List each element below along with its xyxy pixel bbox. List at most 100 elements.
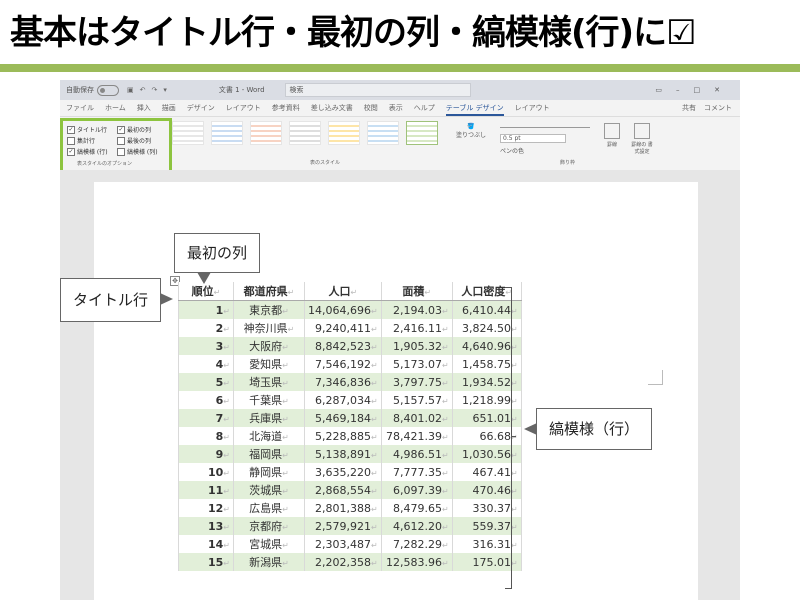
tab-insert[interactable]: 挿入	[137, 103, 151, 116]
tab-draw[interactable]: 描画	[162, 103, 176, 116]
callout-header-row: タイトル行	[60, 278, 174, 322]
search-input[interactable]: 検索	[284, 83, 471, 97]
option-banded-columns[interactable]: 縞模様 (列)	[117, 147, 158, 156]
tab-design[interactable]: デザイン	[187, 103, 215, 116]
table-cell: 埼玉県↵	[233, 373, 305, 391]
border-painter-button[interactable]: 罫線の 書式設定	[630, 123, 654, 155]
table-row: 2↵ 神奈川県↵ 9,240,411↵ 2,416.11↵ 3,824.50↵	[178, 319, 522, 337]
tab-review[interactable]: 校閲	[364, 103, 378, 116]
table-row: 4↵ 愛知県↵ 7,546,192↵ 5,173.07↵ 1,458.75↵	[178, 355, 522, 373]
table-cell: 3,635,220↵	[304, 463, 382, 481]
banded-rows-bracket	[505, 287, 516, 589]
option-banded-rows[interactable]: ✓ 縞模様 (行)	[67, 147, 108, 156]
table-cell: 12↵	[178, 499, 234, 517]
comment-button[interactable]: コメント	[704, 103, 732, 116]
tab-layout[interactable]: レイアウト	[226, 103, 261, 116]
pen-weight-select[interactable]: 0.5 pt	[500, 134, 566, 143]
options-group-label: 表スタイルのオプション	[77, 161, 133, 167]
table-cell: 大阪府↵	[233, 337, 305, 355]
population-table: 順位↵ 都道府県↵ 人口↵ 面積↵ 人口密度↵ 1↵ 東京都↵ 14,064,696…	[178, 282, 522, 571]
table-styles-gallery	[172, 121, 445, 145]
table-cell: 北海道↵	[233, 427, 305, 445]
table-cell: 2↵	[178, 319, 234, 337]
table-style-thumb[interactable]	[172, 121, 204, 145]
table-row: 15↵ 新潟県↵ 2,202,358↵ 12,583.96↵ 175.01↵	[178, 553, 522, 571]
checkbox-unchecked-icon[interactable]	[67, 136, 75, 145]
option-header-row[interactable]: ✓ タイトル行	[67, 125, 107, 134]
table-cell: 7,346,836↵	[304, 373, 382, 391]
header-cell: 都道府県↵	[233, 282, 305, 301]
pen-color-button[interactable]: ペンの色	[500, 146, 590, 155]
option-last-column[interactable]: 最後の列	[117, 136, 151, 145]
checkbox-unchecked-icon[interactable]	[117, 147, 125, 156]
borders-button[interactable]: 罫線	[600, 123, 624, 155]
table-cell: 7,777.35↵	[380, 463, 453, 481]
table-cell: 14↵	[178, 535, 234, 553]
checkbox-unchecked-icon[interactable]	[117, 136, 125, 145]
table-cell: 京都府↵	[233, 517, 305, 535]
table-row: 1↵ 東京都↵ 14,064,696↵ 2,194.03↵ 6,410.44↵	[178, 300, 522, 319]
table-cell: 15↵	[178, 553, 234, 571]
tab-mailings[interactable]: 差し込み文書	[311, 103, 353, 116]
table-cell: 8,479.65↵	[380, 499, 453, 517]
header-cell: 順位↵	[178, 282, 234, 301]
border-line-preview[interactable]	[500, 127, 590, 128]
option-first-column[interactable]: ✓ 最初の列	[117, 125, 151, 134]
table-cell: 11↵	[178, 481, 234, 499]
table-cell: 8↵	[178, 427, 234, 445]
table-row: 13↵ 京都府↵ 2,579,921↵ 4,612.20↵ 559.37↵	[178, 517, 522, 535]
table-cell: 12,583.96↵	[380, 553, 453, 571]
table-row: 8↵ 北海道↵ 5,228,885↵ 78,421.39↵ 66.68↵	[178, 427, 522, 445]
shading-button[interactable]: 🪣 塗りつぶし	[456, 123, 486, 139]
table-header-row: 順位↵ 都道府県↵ 人口↵ 面積↵ 人口密度↵	[178, 282, 522, 301]
autosave-toggle[interactable]	[97, 84, 119, 96]
table-cell: 2,303,487↵	[304, 535, 382, 553]
table-cell: 13↵	[178, 517, 234, 535]
table-cell: 1↵	[178, 300, 234, 319]
tab-table-layout[interactable]: レイアウト	[515, 103, 550, 116]
table-style-thumb-selected[interactable]	[406, 121, 438, 145]
checkbox-checked-icon[interactable]: ✓	[67, 125, 75, 134]
tab-references[interactable]: 参考資料	[272, 103, 300, 116]
table-cell: 14,064,696↵	[304, 300, 382, 319]
table-style-thumb[interactable]	[367, 121, 399, 145]
checkbox-checked-icon[interactable]: ✓	[117, 125, 125, 134]
option-total-row[interactable]: 集計行	[67, 136, 95, 145]
table-cell: 5,138,891↵	[304, 445, 382, 463]
table-row: 11↵ 茨城県↵ 2,868,554↵ 6,097.39↵ 470.46↵	[178, 481, 522, 499]
tab-table-design[interactable]: テーブル デザイン	[445, 103, 504, 116]
table-cell: 兵庫県↵	[233, 409, 305, 427]
window-controls[interactable]: ▭–□✕	[655, 86, 734, 94]
table-cell: 2,801,388↵	[304, 499, 382, 517]
table-style-thumb[interactable]	[211, 121, 243, 145]
table-row: 5↵ 埼玉県↵ 7,346,836↵ 3,797.75↵ 1,934.52↵	[178, 373, 522, 391]
table-style-options: ✓ タイトル行 ✓ 最初の列 集計行 最後の列 ✓ 縞模様 (行) 縞模様 (列) 表…	[60, 118, 172, 173]
table-cell: 2,868,554↵	[304, 481, 382, 499]
slide-title: 基本はタイトル行・最初の列・縞模様(行)に☑	[10, 13, 697, 53]
table-row: 9↵ 福岡県↵ 5,138,891↵ 4,986.51↵ 1,030.56↵	[178, 445, 522, 463]
table-row: 3↵ 大阪府↵ 8,842,523↵ 1,905.32↵ 4,640.96↵	[178, 337, 522, 355]
table-cell: 6↵	[178, 391, 234, 409]
tab-home[interactable]: ホーム	[105, 103, 126, 116]
table-style-thumb[interactable]	[289, 121, 321, 145]
table-style-thumb[interactable]	[328, 121, 360, 145]
table-cell: 茨城県↵	[233, 481, 305, 499]
border-painter-icon	[634, 123, 650, 139]
table-style-thumb[interactable]	[250, 121, 282, 145]
checkbox-checked-icon[interactable]: ✓	[67, 147, 75, 156]
table-row: 6↵ 千葉県↵ 6,287,034↵ 5,157.57↵ 1,218.99↵	[178, 391, 522, 409]
table-cell: 千葉県↵	[233, 391, 305, 409]
tab-view[interactable]: 表示	[389, 103, 403, 116]
tab-file[interactable]: ファイル	[66, 103, 94, 116]
quick-access-toolbar[interactable]: ▣↶↷▾	[127, 86, 173, 94]
table-cell: 8,842,523↵	[304, 337, 382, 355]
table-cell: 2,194.03↵	[380, 300, 453, 319]
autosave-label: 自動保存	[66, 86, 94, 94]
share-button[interactable]: 共有	[682, 103, 696, 116]
table-cell: 4↵	[178, 355, 234, 373]
border-style-group: 0.5 pt ペンの色	[500, 123, 590, 155]
tab-help[interactable]: ヘルプ	[414, 103, 435, 116]
table-cell: 静岡県↵	[233, 463, 305, 481]
borders-group-label: 飾り枠	[560, 160, 576, 166]
document-title: 文書 1 - Word	[218, 86, 265, 94]
